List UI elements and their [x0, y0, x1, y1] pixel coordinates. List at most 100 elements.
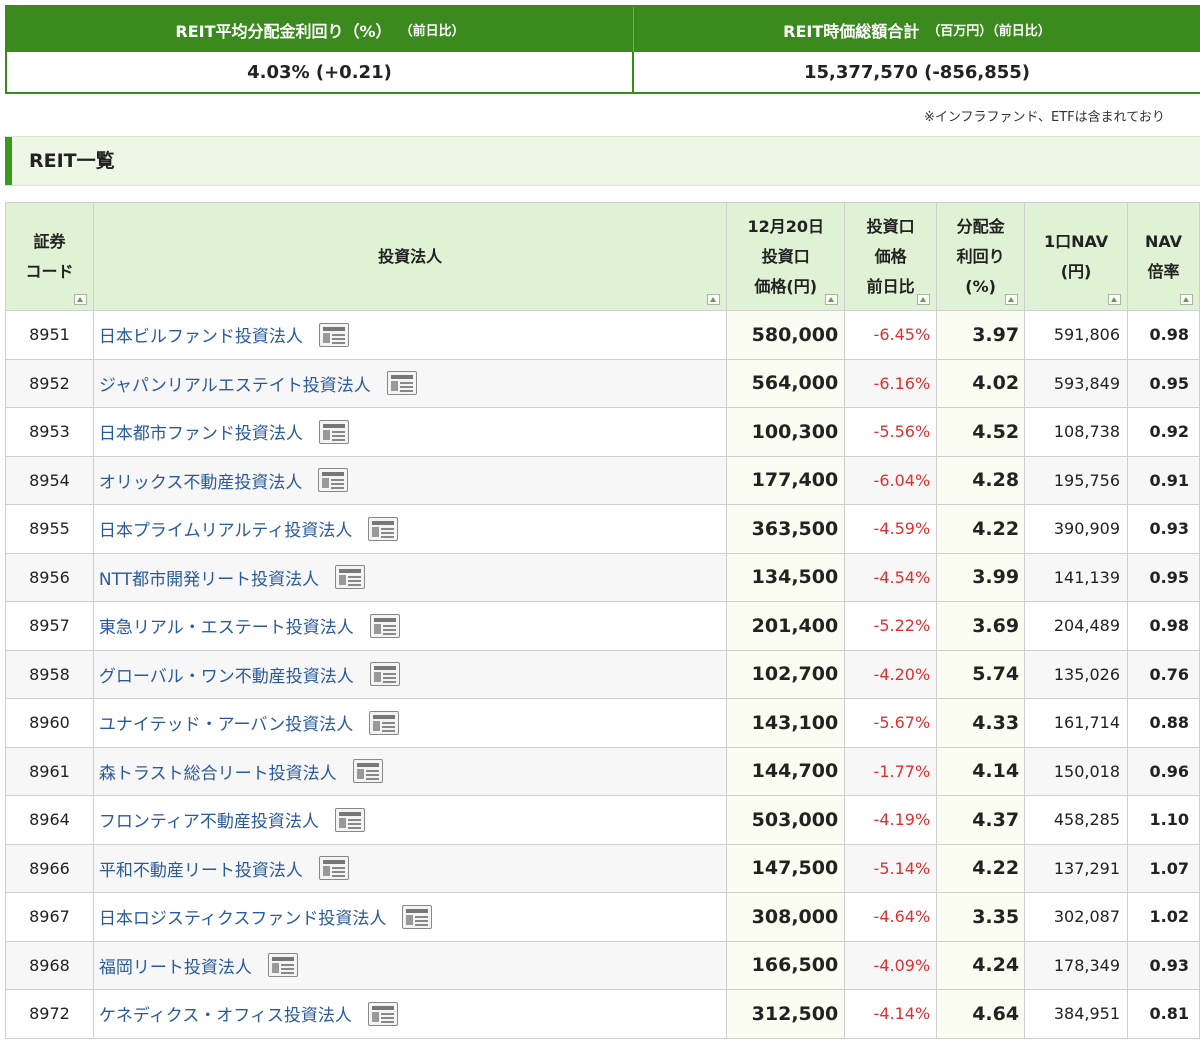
- price-change: -5.14%: [844, 843, 938, 893]
- news-icon[interactable]: [335, 565, 366, 590]
- fund-name-link[interactable]: ケネディクス・オフィス投資法人: [99, 1006, 352, 1026]
- unit-price: 147,500: [726, 843, 846, 893]
- nav-ratio: 0.96: [1127, 746, 1200, 796]
- fund-name-link[interactable]: 平和不動産リート投資法人: [99, 861, 303, 881]
- column-header-price[interactable]: 12月20日 投資口 価格(円): [726, 202, 846, 311]
- security-code: 8956: [5, 552, 94, 602]
- fund-name-link[interactable]: 福岡リート投資法人: [99, 958, 252, 978]
- column-header-change[interactable]: 投資口 価格 前日比: [844, 202, 938, 311]
- nav-ratio: 0.88: [1127, 698, 1200, 748]
- price-change: -6.04%: [844, 455, 938, 505]
- news-icon[interactable]: [386, 371, 417, 396]
- nav-per-unit: 390,909: [1024, 504, 1129, 554]
- security-code: 8960: [5, 698, 94, 748]
- unit-price: 102,700: [726, 649, 846, 699]
- news-icon[interactable]: [334, 807, 365, 832]
- news-icon[interactable]: [318, 419, 349, 444]
- avg-yield-header-sub: （前日比）: [399, 24, 465, 39]
- nav-per-unit: 384,951: [1024, 989, 1129, 1039]
- unit-price: 308,000: [726, 892, 846, 942]
- price-change: -6.16%: [844, 358, 938, 408]
- sort-ascending-icon[interactable]: [1108, 294, 1122, 305]
- fund-name-cell: 森トラスト総合リート投資法人: [92, 746, 728, 796]
- nav-ratio: 0.98: [1127, 601, 1200, 651]
- price-change: -5.56%: [844, 407, 938, 457]
- sort-ascending-icon[interactable]: [917, 294, 931, 305]
- exclusion-note: ※インフラファンド、ETFは含まれており: [924, 110, 1165, 125]
- nav-ratio: 0.81: [1127, 989, 1200, 1039]
- column-header-nav-ratio[interactable]: NAV 倍率: [1127, 202, 1200, 311]
- security-code: 8951: [5, 310, 94, 360]
- nav-ratio: 1.10: [1127, 795, 1200, 845]
- security-code: 8953: [5, 407, 94, 457]
- price-change: -5.22%: [844, 601, 938, 651]
- nav-per-unit: 150,018: [1024, 746, 1129, 796]
- nav-ratio: 1.02: [1127, 892, 1200, 942]
- news-icon[interactable]: [352, 759, 383, 784]
- sort-ascending-icon[interactable]: [73, 294, 87, 305]
- news-icon[interactable]: [318, 856, 349, 881]
- price-change: -5.67%: [844, 698, 938, 748]
- fund-name-link[interactable]: 日本都市ファンド投資法人: [99, 424, 303, 444]
- news-icon[interactable]: [367, 1001, 398, 1026]
- nav-ratio: 0.91: [1127, 455, 1200, 505]
- fund-name-link[interactable]: オリックス不動産投資法人: [99, 473, 303, 493]
- news-icon[interactable]: [402, 904, 433, 929]
- fund-name-link[interactable]: フロンティア不動産投資法人: [99, 812, 319, 832]
- security-code: 8955: [5, 504, 94, 554]
- security-code: 8957: [5, 601, 94, 651]
- fund-name-link[interactable]: 日本プライムリアルティ投資法人: [99, 521, 352, 541]
- fund-name-link[interactable]: 東急リアル・エステート投資法人: [99, 618, 354, 638]
- sort-ascending-icon[interactable]: [1180, 294, 1193, 305]
- fund-name-link[interactable]: 森トラスト総合リート投資法人: [99, 764, 337, 784]
- table-row: 8954 オリックス不動産投資法人 177,400 -6.04% 4.28 195,756…: [5, 455, 1200, 505]
- nav-ratio: 0.76: [1127, 649, 1200, 699]
- fund-name-cell: 日本ビルファンド投資法人: [92, 310, 728, 360]
- dividend-yield: 3.99: [936, 552, 1026, 602]
- dividend-yield: 4.64: [936, 989, 1026, 1039]
- fund-name-link[interactable]: ジャパンリアルエステイト投資法人: [99, 376, 371, 396]
- column-header-name[interactable]: 投資法人: [92, 202, 728, 311]
- nav-ratio: 0.95: [1127, 552, 1200, 602]
- news-icon[interactable]: [369, 613, 400, 638]
- table-row: 8952 ジャパンリアルエステイト投資法人 564,000 -6.16% 4.02 593…: [5, 358, 1200, 408]
- reit-summary-box: REIT平均分配金利回り（%） （前日比） REIT時価総額合計 （百万円）（前…: [5, 5, 1200, 94]
- market-cap-value: 15,377,570 (-856,855): [803, 61, 1031, 83]
- nav-per-unit: 141,139: [1024, 552, 1129, 602]
- unit-price: 580,000: [726, 310, 846, 360]
- price-change: -4.09%: [844, 940, 938, 990]
- dividend-yield: 4.33: [936, 698, 1026, 748]
- news-icon[interactable]: [369, 710, 400, 735]
- sort-ascending-icon[interactable]: [1005, 294, 1019, 305]
- news-icon[interactable]: [318, 468, 349, 493]
- column-header-nav[interactable]: 1口NAV (円): [1024, 202, 1129, 311]
- nav-per-unit: 178,349: [1024, 940, 1129, 990]
- nav-per-unit: 195,756: [1024, 455, 1129, 505]
- column-header-yield[interactable]: 分配金 利回り (%): [936, 202, 1026, 311]
- nav-ratio: 0.92: [1127, 407, 1200, 457]
- fund-name-link[interactable]: グローバル・ワン不動産投資法人: [99, 667, 354, 687]
- dividend-yield: 3.69: [936, 601, 1026, 651]
- nav-per-unit: 135,026: [1024, 649, 1129, 699]
- fund-name-link[interactable]: ユナイテッド・アーバン投資法人: [99, 715, 353, 735]
- news-icon[interactable]: [267, 953, 298, 978]
- table-row: 8956 NTT都市開発リート投資法人 134,500 -4.54% 3.99 141,1…: [5, 552, 1200, 602]
- unit-price: 144,700: [726, 746, 846, 796]
- fund-name-link[interactable]: NTT都市開発リート投資法人: [99, 570, 319, 590]
- sort-ascending-icon[interactable]: [707, 294, 721, 305]
- avg-yield-value: 4.03% (+0.21): [7, 52, 634, 92]
- sort-ascending-icon[interactable]: [825, 294, 839, 305]
- security-code: 8954: [5, 455, 94, 505]
- news-icon[interactable]: [368, 516, 399, 541]
- fund-name-cell: フロンティア不動産投資法人: [92, 795, 728, 845]
- dividend-yield: 4.02: [936, 358, 1026, 408]
- fund-name-link[interactable]: 日本ロジスティクスファンド投資法人: [99, 909, 386, 929]
- table-row: 8953 日本都市ファンド投資法人 100,300 -5.56% 4.52 108,738…: [5, 407, 1200, 457]
- table-header-row: 証券 コード 投資法人 12月20日 投資口 価格(円) 投資口 価格 前日比: [5, 202, 1200, 311]
- price-change: -4.19%: [844, 795, 938, 845]
- news-icon[interactable]: [369, 662, 400, 687]
- column-header-code[interactable]: 証券 コード: [5, 202, 94, 311]
- news-icon[interactable]: [318, 322, 349, 347]
- fund-name-link[interactable]: 日本ビルファンド投資法人: [99, 327, 303, 347]
- fund-name-cell: 福岡リート投資法人: [92, 940, 728, 990]
